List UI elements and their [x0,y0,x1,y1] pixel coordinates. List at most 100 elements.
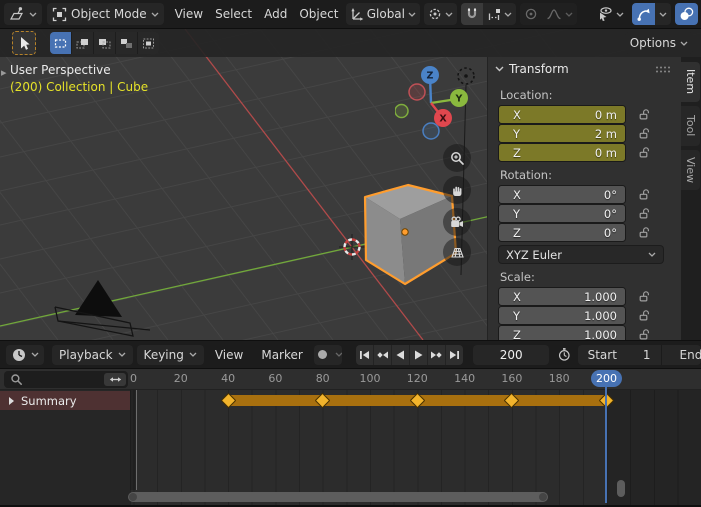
current-frame-badge[interactable]: 200 [591,370,622,387]
timeline-body: 020406080100120140160180 200 [0,369,701,505]
select-mode-intersect[interactable] [138,32,159,54]
rotation-z-field[interactable]: Z 0° [499,224,625,241]
summary-channel[interactable]: Summary [0,391,130,410]
playhead[interactable] [605,387,607,503]
proportional-editing-toggle[interactable] [520,3,542,25]
playback-dropdown[interactable]: Playback [52,345,133,365]
perspective-toggle-button[interactable] [443,238,471,266]
tab-tool[interactable]: Tool [681,106,700,146]
transform-orientation-dropdown[interactable]: Global [346,3,420,25]
rotation-x-lock[interactable] [625,188,663,201]
auto-keying-settings-dropdown[interactable] [331,345,342,365]
keyframe-area[interactable] [130,390,701,505]
menu-object[interactable]: Object [293,3,344,25]
chevron-down-icon [504,12,512,17]
timeline-menu-marker[interactable]: Marker [254,345,309,365]
proportional-falloff-dropdown[interactable] [542,3,577,25]
menu-view[interactable]: View [169,3,209,25]
play-button[interactable] [410,345,428,365]
current-frame-field[interactable]: 200 [473,345,549,365]
scrollbar-left-handle[interactable] [129,493,137,501]
location-x-field[interactable]: X 0 m [499,106,625,123]
clock-icon [11,347,27,363]
rotation-x-field[interactable]: X 0° [499,186,625,203]
toolbar-expand-icon[interactable]: ▸ [1,66,7,79]
next-keyframe-button[interactable] [428,345,446,365]
proportional-editing-group [520,3,577,25]
scale-z-row: Z 1.000 [499,326,681,340]
end-frame-field[interactable]: End [662,345,701,365]
mode-dropdown[interactable]: Object Mode [47,3,164,25]
chevron-down-icon [118,352,126,357]
menu-select[interactable]: Select [209,3,258,25]
tab-view[interactable]: View [681,150,700,190]
select-mode-subtract[interactable] [94,32,116,54]
scale-z-field[interactable]: Z 1.000 [499,326,625,340]
horizontal-scrollbar[interactable] [128,492,548,502]
menu-add[interactable]: Add [258,3,293,25]
camera-view-button[interactable] [443,208,471,236]
show-overlays-toggle[interactable] [675,3,698,25]
active-tool-select-box[interactable] [12,31,36,55]
unlock-icon [638,146,651,159]
rotation-y-field[interactable]: Y 0° [499,205,625,222]
object-type-visibility-dropdown[interactable] [593,3,628,25]
viewport-header: Object Mode View Select Add Object [0,0,701,29]
pivot-point-dropdown[interactable] [424,3,457,25]
prev-keyframe-button[interactable] [374,345,392,365]
scale-y-lock[interactable] [625,309,663,322]
location-z-lock[interactable] [625,146,663,159]
play-reverse-button[interactable] [392,345,410,365]
navigation-gizmo[interactable]: Z Y X [395,60,475,144]
timeline-menu-view[interactable]: View [208,345,250,365]
snap-toggle[interactable] [461,3,483,25]
select-mode-set[interactable] [50,32,72,54]
options-dropdown[interactable]: Options [625,32,693,54]
scale-z-lock[interactable] [625,328,663,340]
sidebar-panel: Transform Location: X 0 m [487,57,681,340]
select-mode-extend[interactable] [72,32,94,54]
scrollbar-right-handle[interactable] [539,493,547,501]
jump-to-start-button[interactable] [356,345,374,365]
jump-to-end-button[interactable] [446,345,463,365]
disclosure-triangle-icon[interactable] [9,397,14,405]
unlock-icon [638,226,651,239]
svg-text:Y: Y [455,94,463,105]
transform-panel-header[interactable]: Transform [495,57,681,81]
scale-x-field[interactable]: X 1.000 [499,288,625,305]
location-y-field[interactable]: Y 2 m [499,125,625,142]
start-frame-field[interactable]: Start 1 [578,345,662,365]
select-mode-invert[interactable] [116,32,138,54]
tab-item[interactable]: Item [681,62,700,102]
chevron-down-icon [659,12,667,17]
scale-x-row: X 1.000 [499,288,681,305]
zoom-view-button[interactable] [443,144,471,172]
scale-x-lock[interactable] [625,290,663,303]
stopwatch-icon[interactable] [557,346,572,363]
rotation-y-lock[interactable] [625,207,663,220]
scale-y-field[interactable]: Y 1.000 [499,307,625,324]
gizmos-settings-dropdown[interactable] [655,3,671,25]
horizontal-range-toggle[interactable] [104,373,126,386]
chevron-down-icon [616,12,624,17]
timeline-editor-type-button[interactable] [6,345,44,365]
rotation-z-lock[interactable] [625,226,663,239]
move-view-button[interactable] [443,176,471,204]
rotation-mode-dropdown[interactable]: XYZ Euler [499,246,663,263]
location-x-lock[interactable] [625,108,663,121]
location-y-lock[interactable] [625,127,663,140]
panel-collapse-chevron-icon [495,66,504,72]
ruler-tick: 180 [549,372,570,385]
panel-grip-icon[interactable] [655,65,671,74]
timeline-ruler[interactable]: 020406080100120140160180 200 [0,369,701,390]
editor-type-button[interactable] [4,3,42,25]
keying-dropdown[interactable]: Keying [137,345,204,365]
channel-search-input[interactable] [4,371,128,388]
auto-keying-toggle[interactable] [314,345,331,365]
location-z-field[interactable]: Z 0 m [499,144,625,161]
vertical-scrollbar[interactable] [617,480,625,497]
snap-settings-dropdown[interactable] [483,3,516,25]
chevron-down-icon [151,12,159,17]
tool-settings-bar: Options [0,29,701,57]
show-gizmos-toggle[interactable] [632,3,655,25]
